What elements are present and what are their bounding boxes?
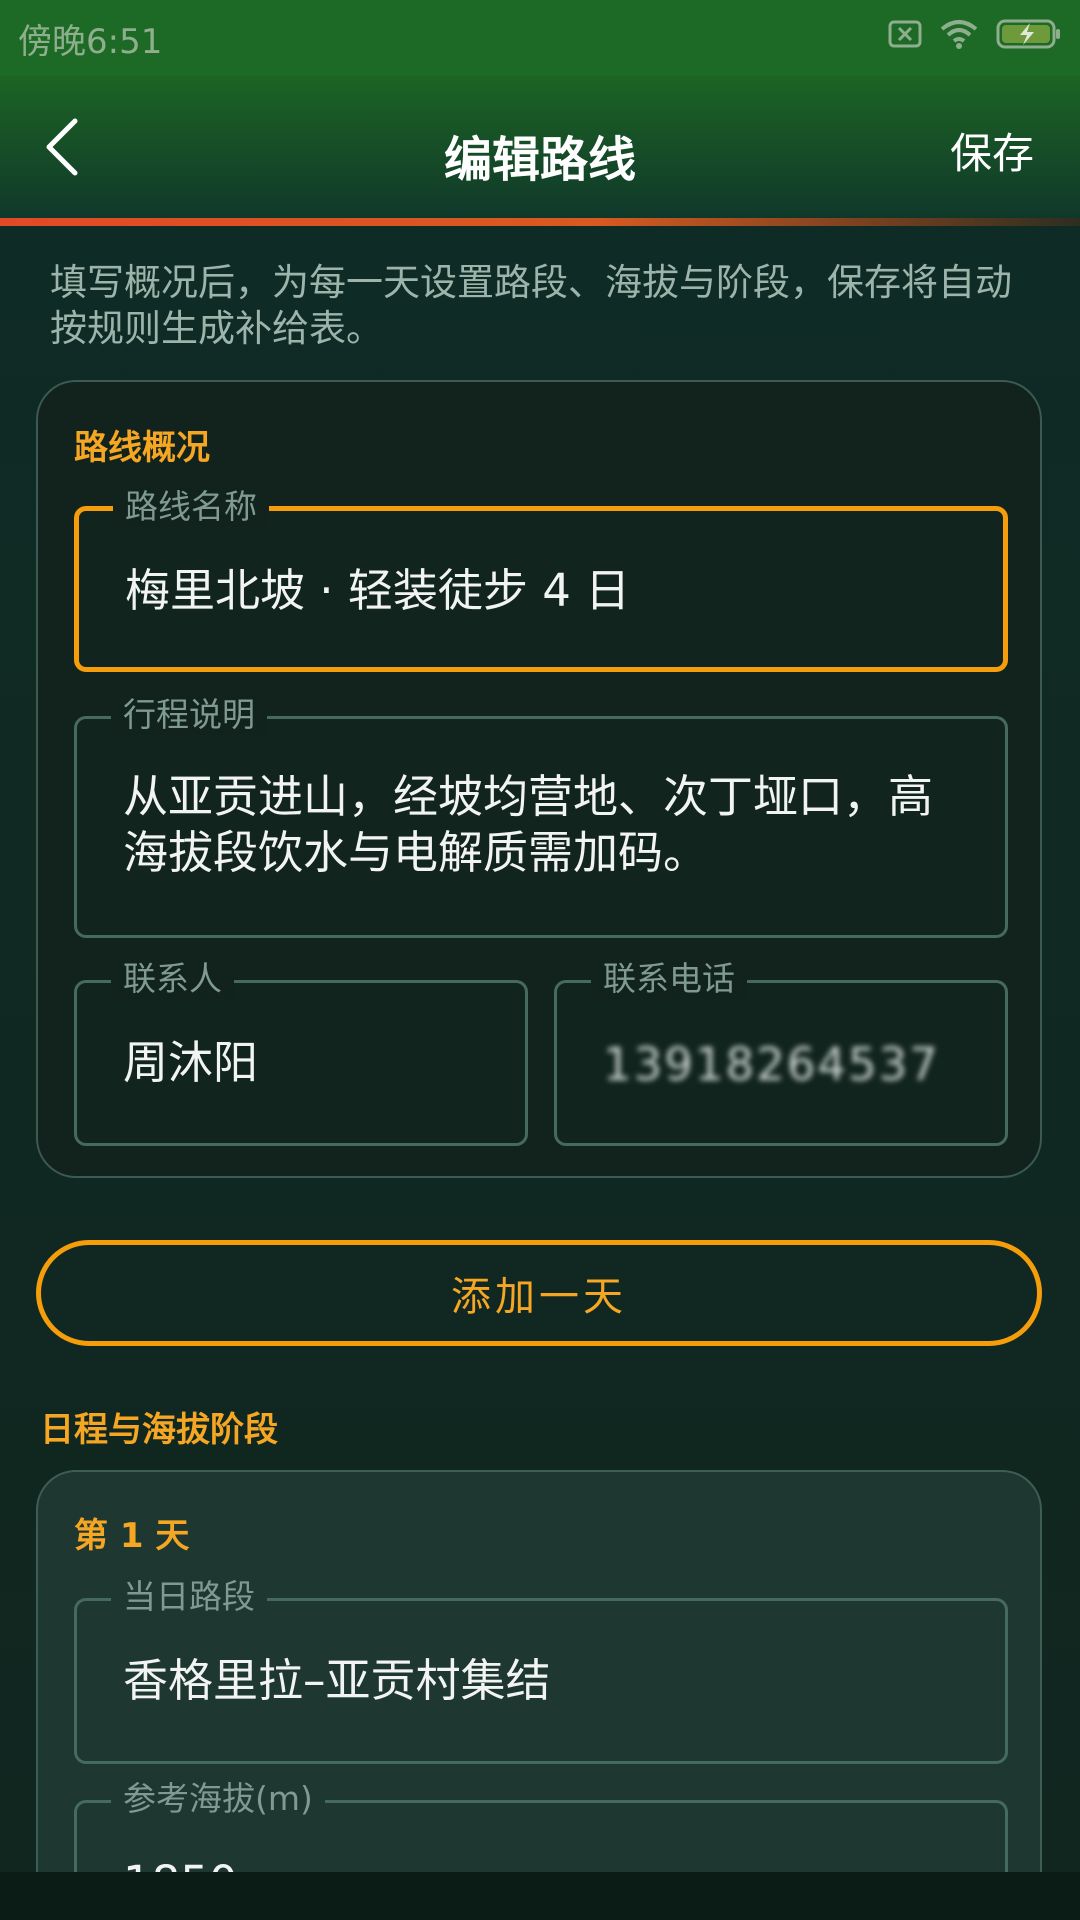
schedule-section-title: 日程与海拔阶段 xyxy=(40,1410,278,1450)
phone-label: 联系电话 xyxy=(591,959,747,999)
status-bar: 傍晚6:51 xyxy=(0,0,1080,76)
add-day-button[interactable]: 添加一天 xyxy=(36,1240,1042,1346)
page-title: 编辑路线 xyxy=(443,132,636,188)
segment-field[interactable]: 当日路段 香格里拉–亚贡村集结 xyxy=(74,1577,1008,1764)
day-card: 第 1 天 当日路段 香格里拉–亚贡村集结 参考海拔(m) 1850 xyxy=(36,1470,1042,1872)
segment-label: 当日路段 xyxy=(111,1577,267,1617)
route-name-label: 路线名称 xyxy=(113,487,269,527)
header-accent-line xyxy=(0,218,1080,226)
form-hint: 填写概况后，为每一天设置路段、海拔与阶段，保存将自动按规则生成补给表。 xyxy=(50,261,1012,350)
app-bar: 编辑路线 保存 xyxy=(0,76,1080,218)
description-field[interactable]: 行程说明 从亚贡进山，经坡均营地、次丁垭口，高海拔段饮水与电解质需加码。 xyxy=(74,695,1008,938)
altitude-value: 1850 xyxy=(123,1855,965,1872)
day-title: 第 1 天 xyxy=(74,1516,190,1556)
description-label: 行程说明 xyxy=(111,695,267,735)
phone-value: 13918264537 xyxy=(603,1038,940,1091)
battery-charging-icon xyxy=(996,18,1062,50)
segment-value: 香格里拉–亚贡村集结 xyxy=(123,1654,551,1707)
form-content[interactable]: 填写概况后，为每一天设置路段、海拔与阶段，保存将自动按规则生成补给表。 路线概况… xyxy=(0,226,1080,1872)
status-time: 傍晚6:51 xyxy=(18,22,163,62)
route-name-value: 梅里北坡 · 轻装徒步 4 日 xyxy=(125,564,631,617)
wifi-icon xyxy=(940,19,978,49)
contact-field[interactable]: 联系人 周沐阳 xyxy=(74,959,528,1146)
overview-card: 路线概况 路线名称 梅里北坡 · 轻装徒步 4 日 行程说明 从亚贡进山，经坡均… xyxy=(36,380,1042,1178)
contact-value: 周沐阳 xyxy=(123,1036,259,1089)
route-name-field[interactable]: 路线名称 梅里北坡 · 轻装徒步 4 日 xyxy=(74,487,1008,672)
status-icons xyxy=(888,18,1062,50)
sim-off-icon xyxy=(888,20,922,48)
phone-field[interactable]: 联系电话 13918264537 xyxy=(554,959,1008,1146)
save-button[interactable]: 保存 xyxy=(950,120,1034,181)
overview-section-title: 路线概况 xyxy=(74,428,210,468)
altitude-label: 参考海拔(m) xyxy=(111,1779,325,1819)
contact-label: 联系人 xyxy=(111,959,234,999)
description-value: 从亚贡进山，经坡均营地、次丁垭口，高海拔段饮水与电解质需加码。 xyxy=(123,770,934,879)
bottom-bar xyxy=(0,1872,1080,1920)
altitude-field[interactable]: 参考海拔(m) 1850 xyxy=(74,1779,1008,1872)
